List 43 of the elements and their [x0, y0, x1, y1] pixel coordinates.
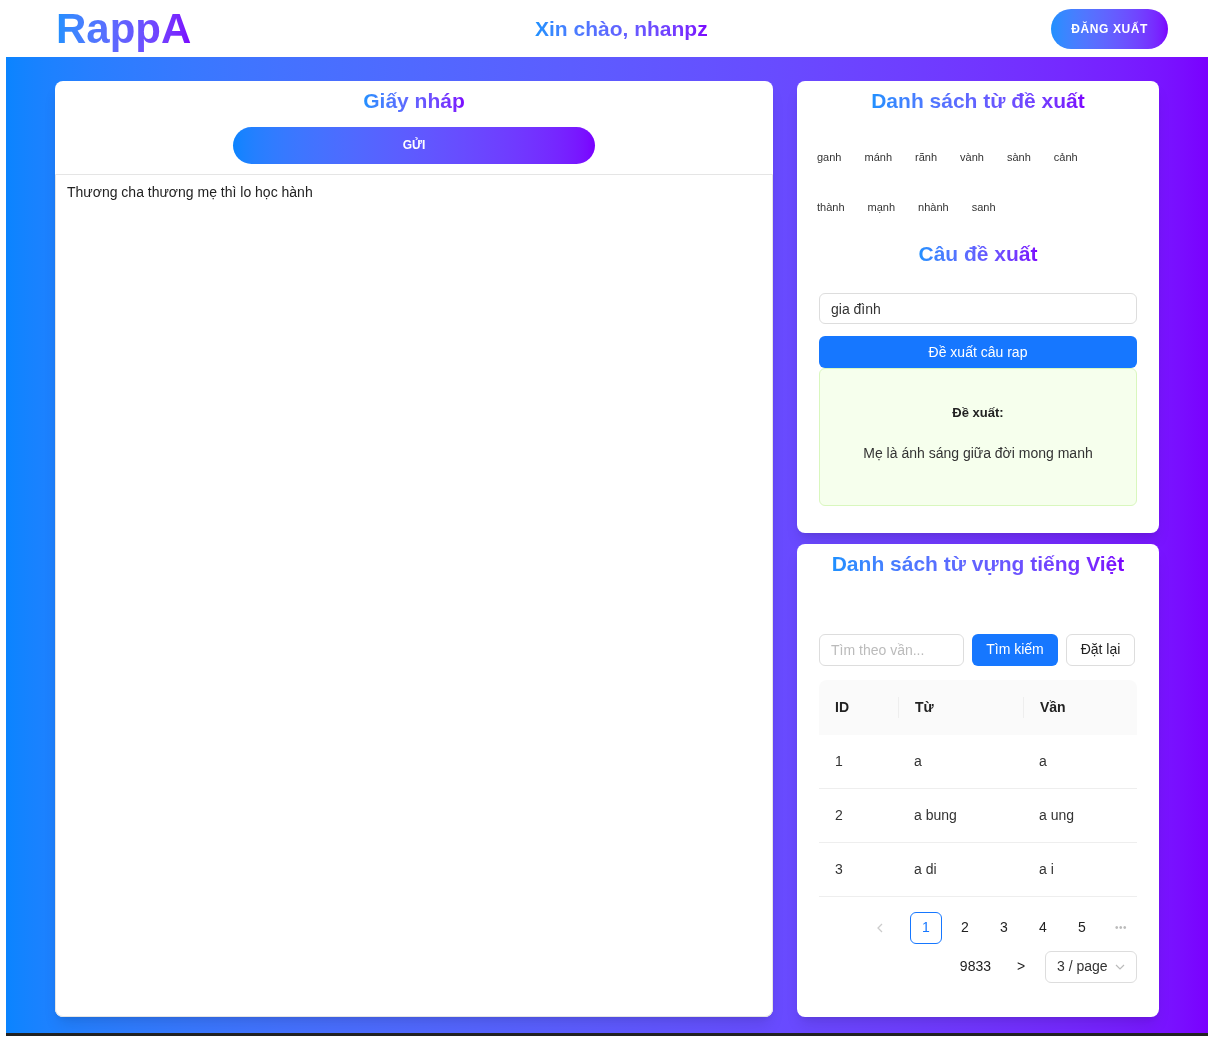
- logout-button[interactable]: ĐĂNG XUẤT: [1051, 8, 1168, 49]
- suggested-sentence: Mẹ là ánh sáng giữa đời mong manh: [863, 443, 1093, 463]
- table-cell-text: 2: [834, 805, 844, 825]
- suggest-button[interactable]: Đề xuất câu rap: [819, 336, 1137, 368]
- previous-page-icon[interactable]: [875, 922, 885, 933]
- suggested-word[interactable]: nhành: [916, 199, 951, 216]
- suggested-word[interactable]: sanh: [969, 199, 998, 216]
- page-button[interactable]: 1: [910, 911, 942, 944]
- chevron-down-icon: [1115, 963, 1125, 970]
- search-button[interactable]: Tìm kiếm: [972, 633, 1058, 666]
- suggested-word[interactable]: cảnh: [1051, 148, 1080, 165]
- page-button[interactable]: 9833: [953, 950, 997, 983]
- draft-textarea[interactable]: Thương cha thương mẹ thì lo học hành: [55, 173, 773, 1017]
- suggested-word[interactable]: ganh: [815, 148, 844, 165]
- table-cell-text: a: [1038, 751, 1048, 771]
- page-size-select[interactable]: 3 / page: [1045, 950, 1137, 983]
- topic-field[interactable]: gia đình: [819, 293, 1137, 324]
- column-header: ID: [834, 697, 850, 717]
- table-cell-text: a: [913, 751, 923, 771]
- suggested-word[interactable]: mánh: [862, 148, 894, 165]
- page-size-value: 3 / page: [1057, 957, 1108, 976]
- suggested-word[interactable]: rãnh: [913, 148, 940, 165]
- next-page-button[interactable]: >: [1005, 950, 1037, 983]
- table-cell-text: a i: [1038, 859, 1055, 879]
- table-cell-text: a di: [913, 859, 938, 879]
- table-cell-text: 1: [834, 751, 844, 771]
- column-header: Vần: [1023, 696, 1137, 718]
- result-label: Đề xuất:: [952, 404, 1004, 422]
- table-cell-text: a bung: [913, 805, 958, 825]
- page-button[interactable]: 2: [949, 911, 981, 944]
- send-button[interactable]: GỬI: [233, 126, 595, 164]
- reset-button[interactable]: Đặt lại: [1066, 633, 1135, 666]
- rhyme-search-field[interactable]: Tìm theo vần...: [819, 633, 964, 666]
- page-button[interactable]: 3: [988, 911, 1020, 944]
- column-header: Từ: [898, 696, 1023, 718]
- suggested-word[interactable]: thành: [815, 199, 847, 216]
- suggested-word[interactable]: sành: [1004, 148, 1033, 165]
- suggested-word[interactable]: mạnh: [865, 199, 898, 216]
- suggested-word[interactable]: vành: [958, 148, 986, 165]
- page-button[interactable]: 4: [1027, 911, 1059, 944]
- table-cell-text: 3: [834, 859, 844, 879]
- table-cell-text: a ung: [1038, 805, 1076, 825]
- page-button[interactable]: 5: [1066, 911, 1098, 944]
